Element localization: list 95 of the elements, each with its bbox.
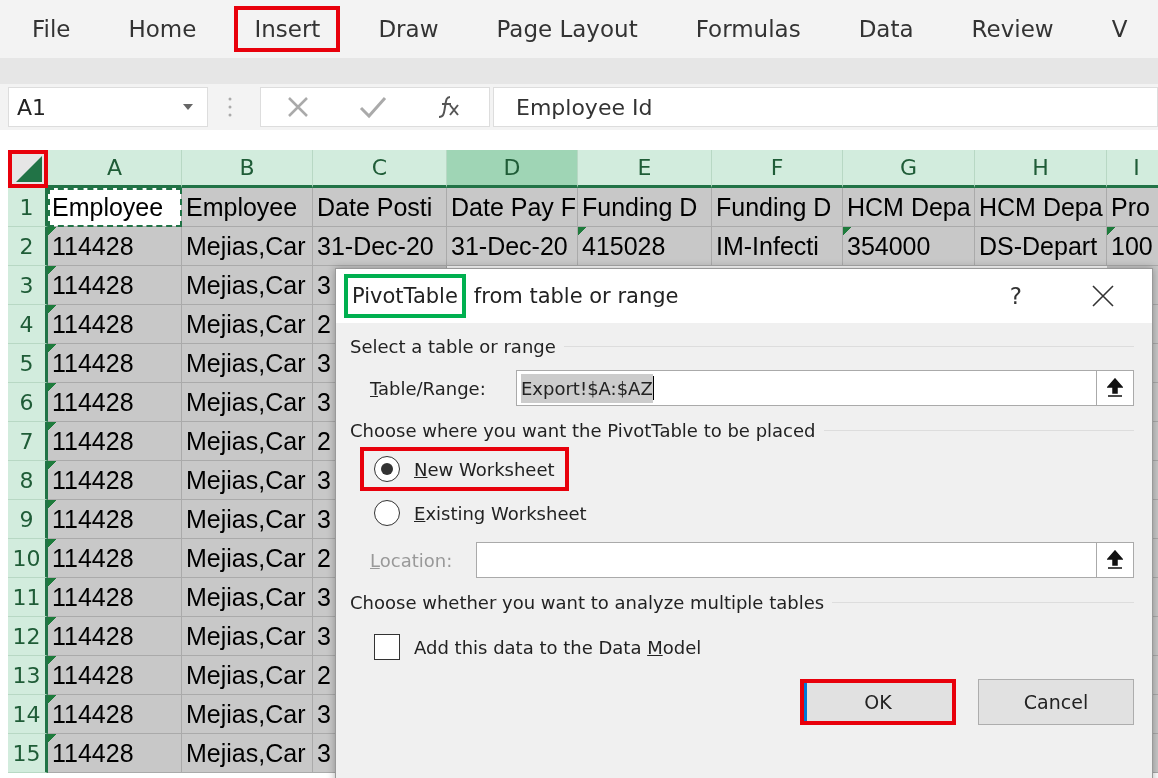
table-cell: 31-Dec-20 <box>313 227 447 266</box>
table-cell: Mejias,Car <box>182 734 313 773</box>
table-cell: Mejias,Car <box>182 656 313 695</box>
ribbon-tab[interactable]: Insert <box>234 6 341 52</box>
table-cell: 354000 <box>843 227 975 266</box>
column-header[interactable]: A <box>48 150 182 188</box>
table-cell: Mejias,Car <box>182 617 313 656</box>
table-cell: 114428 <box>48 656 182 695</box>
row-header[interactable]: 6 <box>8 383 48 422</box>
table-cell: Mejias,Car <box>182 305 313 344</box>
table-cell: 114428 <box>48 539 182 578</box>
table-cell: Mejias,Car <box>182 227 313 266</box>
table-cell: 114428 <box>48 383 182 422</box>
collapse-button[interactable] <box>1096 542 1134 578</box>
table-cell: Mejias,Car <box>182 266 313 305</box>
row-header[interactable]: 2 <box>8 227 48 266</box>
cancel-button[interactable]: Cancel <box>978 679 1134 725</box>
row-header[interactable]: 12 <box>8 617 48 656</box>
table-cell: Funding D <box>578 188 712 227</box>
formula-field[interactable]: Employee Id <box>493 87 1158 127</box>
column-header[interactable]: E <box>578 150 712 188</box>
table-cell: 114428 <box>48 500 182 539</box>
arrow-up-icon <box>1107 378 1123 398</box>
table-cell: Mejias,Car <box>182 578 313 617</box>
row-header[interactable]: 11 <box>8 578 48 617</box>
table-cell: Mejias,Car <box>182 500 313 539</box>
row-header[interactable]: 10 <box>8 539 48 578</box>
column-header[interactable]: I <box>1107 150 1158 188</box>
column-header[interactable]: C <box>313 150 447 188</box>
dialog-title: from table or range <box>472 283 680 310</box>
select-all-button[interactable] <box>8 150 48 188</box>
location-field[interactable] <box>476 542 1096 578</box>
table-cell: Date Pay F <box>447 188 578 227</box>
table-cell: DS-Depart <box>975 227 1107 266</box>
table-cell: 114428 <box>48 344 182 383</box>
table-cell: 114428 <box>48 227 182 266</box>
row-header[interactable]: 14 <box>8 695 48 734</box>
table-cell: IM-Infecti <box>712 227 843 266</box>
table-cell: 114428 <box>48 617 182 656</box>
table-cell: Employee <box>182 188 313 227</box>
column-header[interactable]: G <box>843 150 975 188</box>
column-header[interactable]: H <box>975 150 1107 188</box>
table-cell: 114428 <box>48 266 182 305</box>
arrow-up-icon <box>1107 550 1123 570</box>
radio-option[interactable]: New Worksheet <box>360 447 569 491</box>
ribbon-tab[interactable]: File <box>12 6 91 52</box>
row-header[interactable]: 7 <box>8 422 48 461</box>
table-cell: Mejias,Car <box>182 539 313 578</box>
table-cell: 415028 <box>578 227 712 266</box>
dialog-title: PivotTable <box>344 274 466 318</box>
row-header[interactable]: 9 <box>8 500 48 539</box>
table-cell: 114428 <box>48 422 182 461</box>
table-cell: Pro <box>1107 188 1158 227</box>
ok-button[interactable]: OK <box>800 679 956 725</box>
table-cell: HCM Depa <box>843 188 975 227</box>
name-box[interactable]: A1 <box>8 87 208 127</box>
ribbon-tab[interactable]: V <box>1091 6 1148 52</box>
ribbon-tab[interactable]: Page Layout <box>476 6 658 52</box>
row-header[interactable]: 3 <box>8 266 48 305</box>
table-cell: Employee <box>48 188 182 227</box>
table-cell: Funding D <box>712 188 843 227</box>
triangle-icon <box>16 156 42 182</box>
table-cell: 100 <box>1107 227 1158 266</box>
collapse-button[interactable] <box>1096 370 1134 406</box>
table-cell: Mejias,Car <box>182 422 313 461</box>
table-cell: Mejias,Car <box>182 695 313 734</box>
column-header[interactable]: F <box>712 150 843 188</box>
table-cell: Mejias,Car <box>182 383 313 422</box>
range-field[interactable]: Export!$A:$AZ <box>516 370 1096 406</box>
ribbon-tab[interactable]: Draw <box>358 6 459 52</box>
ribbon-tab[interactable]: Formulas <box>675 6 821 52</box>
table-cell: 114428 <box>48 695 182 734</box>
row-header[interactable]: 8 <box>8 461 48 500</box>
table-cell: Date Posti <box>313 188 447 227</box>
row-header[interactable]: 13 <box>8 656 48 695</box>
column-header[interactable]: B <box>182 150 313 188</box>
table-cell: Mejias,Car <box>182 344 313 383</box>
help-button[interactable]: ? <box>1003 282 1028 310</box>
ribbon-tab[interactable]: Home <box>108 6 217 52</box>
ribbon-tab[interactable]: Review <box>951 6 1074 52</box>
row-header[interactable]: 15 <box>8 734 48 773</box>
table-cell: 114428 <box>48 305 182 344</box>
caret-icon <box>183 104 193 110</box>
check-icon[interactable] <box>359 95 387 119</box>
table-cell: 114428 <box>48 461 182 500</box>
row-header[interactable]: 1 <box>8 188 48 227</box>
column-header[interactable]: D <box>447 150 578 188</box>
table-cell: 114428 <box>48 734 182 773</box>
table-cell: Mejias,Car <box>182 461 313 500</box>
table-cell: 31-Dec-20 <box>447 227 578 266</box>
row-header[interactable]: 4 <box>8 305 48 344</box>
table-cell: 114428 <box>48 578 182 617</box>
row-header[interactable]: 5 <box>8 344 48 383</box>
ribbon-tab[interactable]: Data <box>838 6 934 52</box>
table-cell: HCM Depa <box>975 188 1107 227</box>
